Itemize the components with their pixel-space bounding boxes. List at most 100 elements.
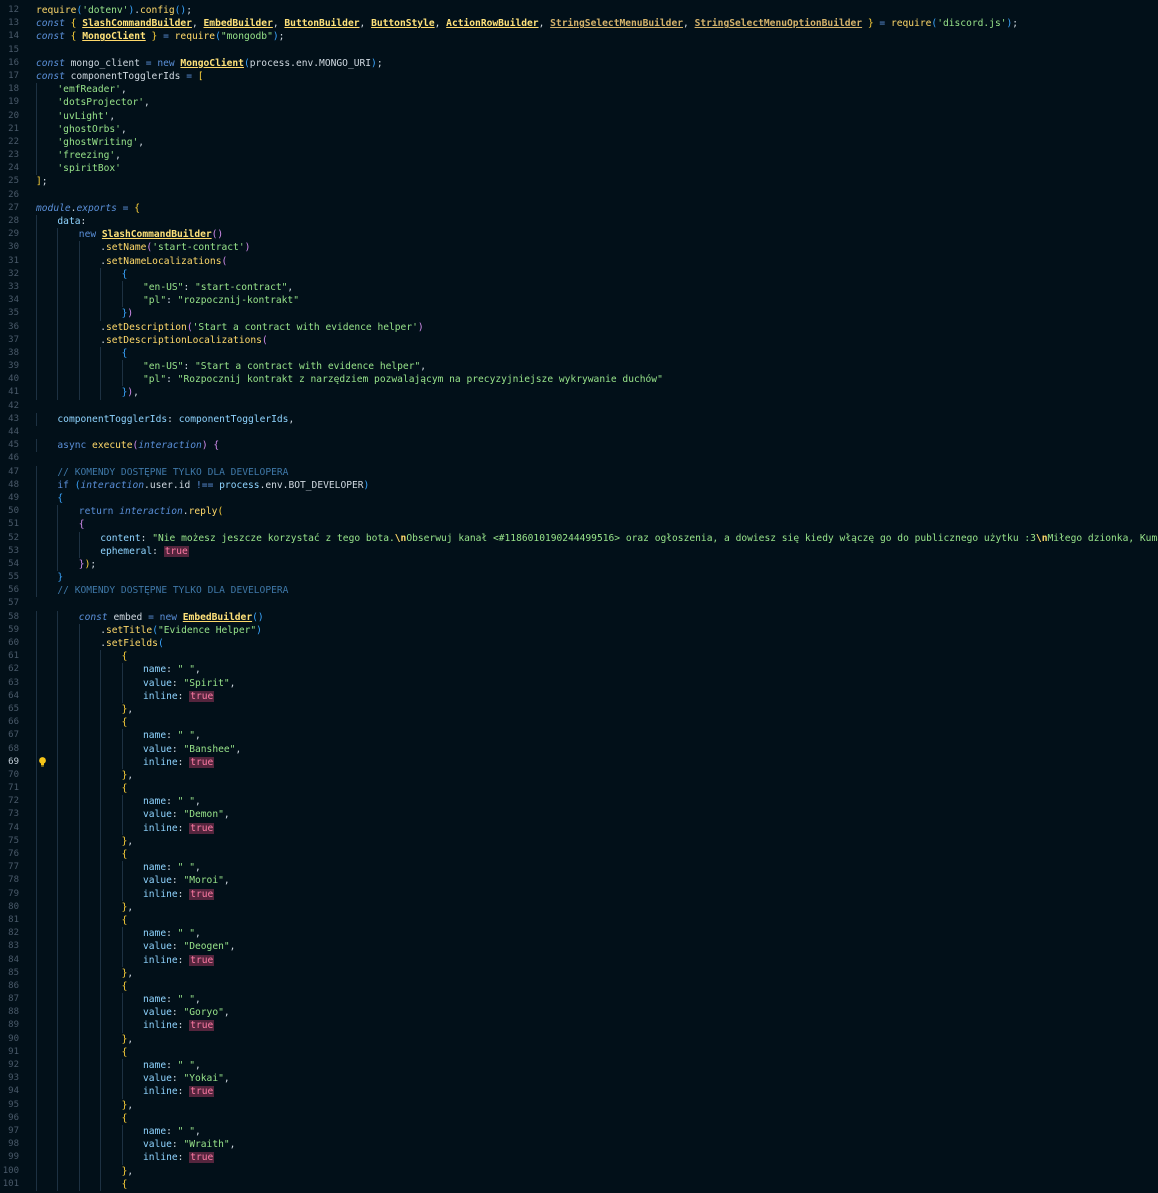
code-line[interactable]: 17 const componentTogglerIds = [ bbox=[0, 70, 1158, 83]
code-line[interactable]: 41}), bbox=[0, 386, 1158, 400]
code-line[interactable]: 75}, bbox=[0, 834, 1158, 848]
code-line[interactable]: 47 // KOMENDY DOSTĘPNE TYLKO DLA DEVELOPE… bbox=[0, 465, 1158, 479]
code-line[interactable]: 26 bbox=[0, 189, 1158, 202]
code-line[interactable]: 98 value: "Wraith", bbox=[0, 1138, 1158, 1152]
code-line[interactable]: 44 bbox=[0, 426, 1158, 439]
code-line[interactable]: 63 value: "Spirit", bbox=[0, 676, 1158, 690]
code-line[interactable]: 33 "en-US": "start-contract", bbox=[0, 280, 1158, 295]
lightbulb-icon[interactable] bbox=[38, 756, 47, 769]
code-line[interactable]: 46 bbox=[0, 452, 1158, 465]
code-line[interactable]: 100}, bbox=[0, 1164, 1158, 1178]
code-line[interactable]: 67 name: " ", bbox=[0, 729, 1158, 743]
code-line[interactable]: 73 value: "Demon", bbox=[0, 808, 1158, 822]
code-line[interactable]: 48 if (interaction.user.id !== process.en… bbox=[0, 478, 1158, 492]
code-line[interactable]: 70}, bbox=[0, 768, 1158, 783]
code-line[interactable]: 76 { bbox=[0, 848, 1158, 862]
code-line[interactable]: 55} bbox=[0, 571, 1158, 585]
code-line[interactable]: 60 .setFields( bbox=[0, 637, 1158, 651]
code-line[interactable]: 84 inline: true bbox=[0, 953, 1158, 967]
code-line[interactable]: 83 value: "Deogen", bbox=[0, 940, 1158, 954]
code-line[interactable]: 49 { bbox=[0, 491, 1158, 506]
code-editor[interactable]: 12 require('dotenv').config(); 13 const { S… bbox=[0, 4, 1158, 1191]
code-line[interactable]: 77 name: " ", bbox=[0, 861, 1158, 875]
code-token: ; bbox=[278, 31, 285, 43]
code-line[interactable]: 53 ephemeral: true bbox=[0, 544, 1158, 558]
indent-guide bbox=[78, 900, 80, 914]
indent-guide bbox=[78, 1085, 80, 1099]
code-line[interactable]: 20 'uvLight', bbox=[0, 109, 1158, 123]
code-line[interactable]: 101 { bbox=[0, 1177, 1158, 1191]
code-line[interactable]: 27 module.exports = { bbox=[0, 202, 1158, 215]
code-line[interactable]: 30 .setName('start-contract') bbox=[0, 241, 1158, 255]
code-line[interactable]: 40 "pl": "Rozpocznij kontrakt z narzędzie… bbox=[0, 373, 1158, 387]
code-line[interactable]: 62 name: " ", bbox=[0, 663, 1158, 677]
code-line[interactable]: 43 componentTogglerIds: componentTogglerI… bbox=[0, 412, 1158, 426]
code-line[interactable]: 32 { bbox=[0, 267, 1158, 281]
code-line[interactable]: 19 'dotsProjector', bbox=[0, 96, 1158, 110]
code-line[interactable]: 61 { bbox=[0, 650, 1158, 664]
code-line[interactable]: 80}, bbox=[0, 900, 1158, 914]
code-line[interactable]: 42 bbox=[0, 400, 1158, 413]
code-line[interactable]: 79 inline: true bbox=[0, 887, 1158, 901]
code-line[interactable]: 45 async execute(interaction) { bbox=[0, 439, 1158, 453]
code-line[interactable]: 68 value: "Banshee", bbox=[0, 742, 1158, 756]
code-token: , bbox=[127, 1165, 134, 1177]
code-line[interactable]: 96 { bbox=[0, 1111, 1158, 1125]
code-line[interactable]: 35}) bbox=[0, 307, 1158, 321]
code-line[interactable]: 82 name: " ", bbox=[0, 927, 1158, 941]
code-line[interactable]: 93 value: "Yokai", bbox=[0, 1072, 1158, 1086]
code-line[interactable]: 34 "pl": "rozpocznij-kontrakt" bbox=[0, 294, 1158, 308]
code-line[interactable]: 69 inline: true bbox=[0, 755, 1158, 769]
code-line[interactable]: 99 inline: true bbox=[0, 1151, 1158, 1165]
code-line[interactable]: 39 "en-US": "Start a contract with eviden… bbox=[0, 360, 1158, 374]
code-line[interactable]: 71 { bbox=[0, 782, 1158, 796]
code-line[interactable]: 22 'ghostWriting', bbox=[0, 135, 1158, 150]
code-line[interactable]: 28 data: bbox=[0, 215, 1158, 229]
code-line[interactable]: 81 { bbox=[0, 913, 1158, 928]
indent-guide bbox=[121, 993, 123, 1007]
code-line[interactable]: 65}, bbox=[0, 702, 1158, 717]
code-line[interactable]: 14 const { MongoClient } = require("mongo… bbox=[0, 30, 1158, 43]
code-line[interactable]: 29 new SlashCommandBuilder() bbox=[0, 228, 1158, 242]
code-line[interactable]: 56 // KOMENDY DOSTĘPNE TYLKO DLA DEVELOPE… bbox=[0, 584, 1158, 598]
code-line[interactable]: 64 inline: true bbox=[0, 689, 1158, 703]
code-line[interactable]: 37 .setDescriptionLocalizations( bbox=[0, 333, 1158, 347]
code-line[interactable]: 16 const mongo_client = new MongoClient(p… bbox=[0, 57, 1158, 70]
code-line[interactable]: 36 .setDescription('Start a contract with… bbox=[0, 320, 1158, 334]
code-line[interactable]: 85}, bbox=[0, 966, 1158, 980]
code-line[interactable]: 59 .setTitle("Evidence Helper") bbox=[0, 623, 1158, 637]
code-line[interactable]: 74 inline: true bbox=[0, 821, 1158, 835]
code-line[interactable]: 51 { bbox=[0, 518, 1158, 532]
code-line[interactable]: 89 inline: true bbox=[0, 1019, 1158, 1033]
code-line[interactable]: 52 content: "Nie możesz jeszcze korzystać… bbox=[0, 531, 1158, 545]
line-number: 70 bbox=[8, 769, 19, 780]
code-line[interactable]: 87 name: " ", bbox=[0, 993, 1158, 1007]
code-line[interactable]: 72 name: " ", bbox=[0, 795, 1158, 809]
code-line[interactable]: 78 value: "Moroi", bbox=[0, 874, 1158, 888]
indent-guide bbox=[78, 716, 80, 730]
code-line[interactable]: 90}, bbox=[0, 1032, 1158, 1046]
code-line[interactable]: 13 const { SlashCommandBuilder, EmbedBuil… bbox=[0, 17, 1158, 30]
code-line[interactable]: 92 name: " ", bbox=[0, 1059, 1158, 1073]
code-line[interactable]: 58 const embed = new EmbedBuilder() bbox=[0, 610, 1158, 624]
code-line[interactable]: 95}, bbox=[0, 1098, 1158, 1112]
code-line[interactable]: 50 return interaction.reply( bbox=[0, 505, 1158, 519]
code-line[interactable]: 24 'spiritBox' bbox=[0, 162, 1158, 176]
code-line[interactable]: 25]; bbox=[0, 175, 1158, 188]
code-line[interactable]: 91 { bbox=[0, 1045, 1158, 1059]
code-line[interactable]: 38 { bbox=[0, 346, 1158, 361]
code-line[interactable]: 94 inline: true bbox=[0, 1085, 1158, 1099]
code-text: .setNameLocalizations( bbox=[100, 255, 227, 268]
code-line[interactable]: 23 'freezing', bbox=[0, 149, 1158, 163]
code-line[interactable]: 21 'ghostOrbs', bbox=[0, 122, 1158, 136]
code-line[interactable]: 57 bbox=[0, 597, 1158, 610]
code-line[interactable]: 18 'emfReader', bbox=[0, 83, 1158, 97]
code-line[interactable]: 97 name: " ", bbox=[0, 1124, 1158, 1139]
code-line[interactable]: 86 { bbox=[0, 979, 1158, 994]
code-line[interactable]: 12 require('dotenv').config(); bbox=[0, 4, 1158, 17]
code-line[interactable]: 66 { bbox=[0, 716, 1158, 730]
code-line[interactable]: 31 .setNameLocalizations( bbox=[0, 254, 1158, 268]
code-line[interactable]: 54}); bbox=[0, 557, 1158, 572]
code-line[interactable]: 15 bbox=[0, 44, 1158, 57]
code-line[interactable]: 88 value: "Goryo", bbox=[0, 1006, 1158, 1020]
